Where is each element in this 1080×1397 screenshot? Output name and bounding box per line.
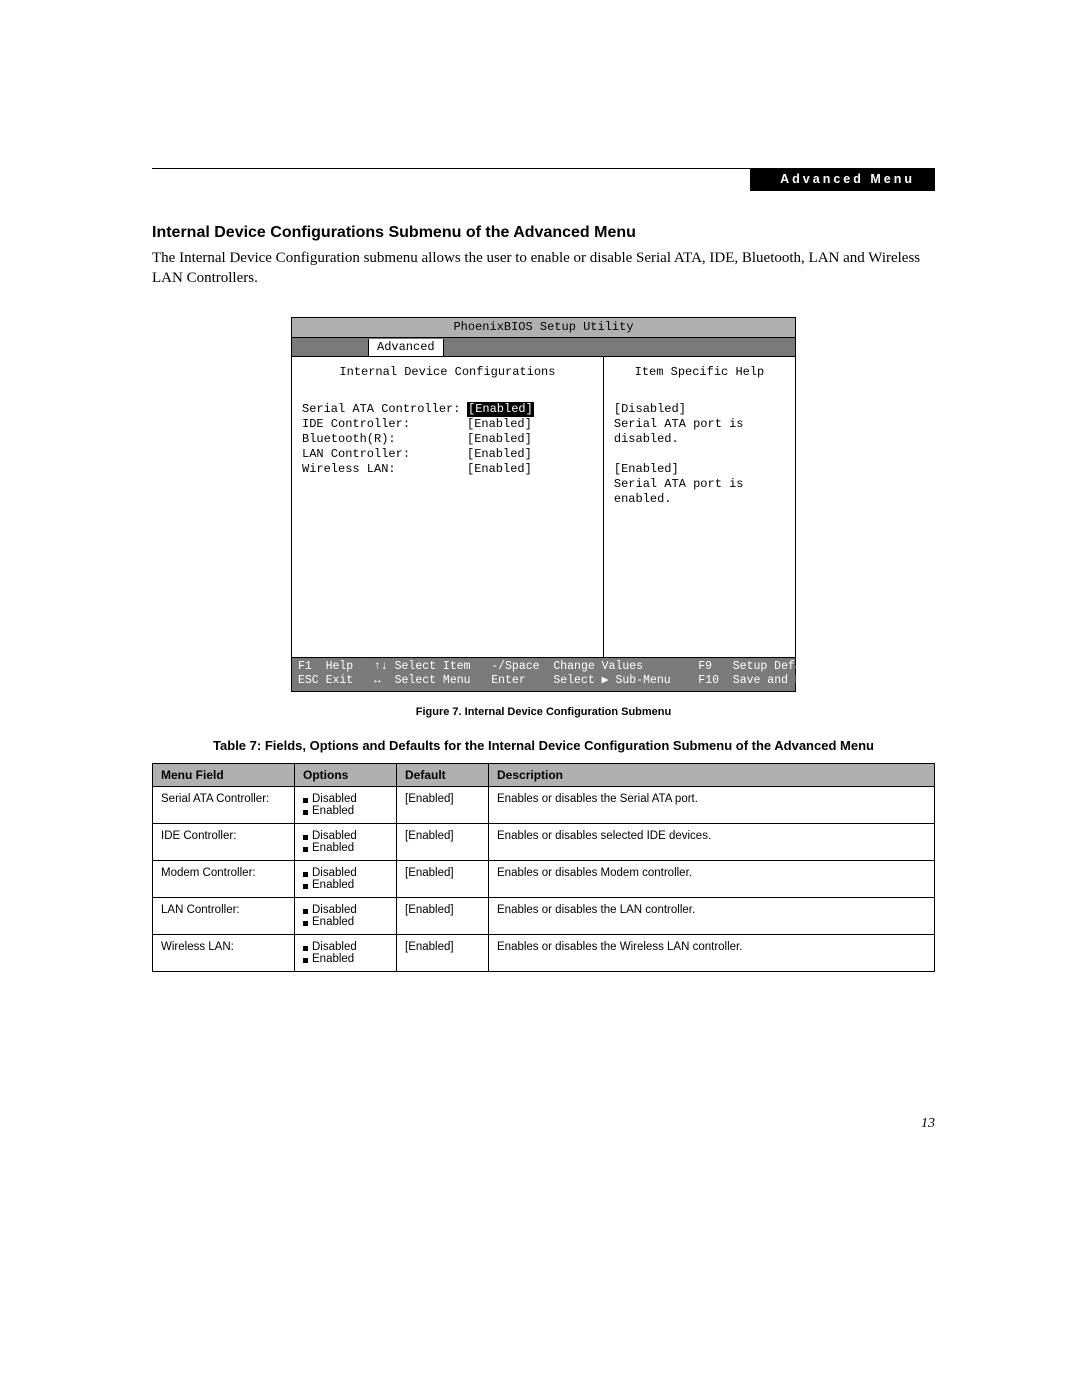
table-cell-field: Modem Controller:	[153, 861, 295, 898]
table-cell-options: DisabledEnabled	[295, 935, 397, 972]
option-item: Enabled	[303, 953, 388, 965]
bios-item-value[interactable]: [Enabled]	[467, 462, 532, 477]
option-item: Enabled	[303, 916, 388, 928]
bullet-icon	[303, 884, 308, 889]
option-item: Disabled	[303, 941, 388, 953]
bullet-icon	[303, 921, 308, 926]
table-cell-default: [Enabled]	[397, 935, 489, 972]
bullet-icon	[303, 847, 308, 852]
bullet-icon	[303, 909, 308, 914]
figure-caption: Figure 7. Internal Device Configuration …	[152, 706, 935, 718]
bios-footer-line: ESC Exit ↔ Select Menu Enter Select ▶ Su…	[298, 674, 789, 688]
bios-screenshot: PhoenixBIOS Setup Utility Advanced Inter…	[291, 317, 796, 693]
table-header: Menu Field	[153, 764, 295, 787]
table-cell-default: [Enabled]	[397, 787, 489, 824]
bios-item-row[interactable]: IDE Controller: [Enabled]	[302, 417, 593, 432]
section-header-bar: Advanced Menu	[750, 168, 935, 191]
bios-tab-row: Advanced	[292, 338, 795, 357]
table-header: Default	[397, 764, 489, 787]
bios-help-text: [Disabled] Serial ATA port is disabled. …	[614, 402, 785, 507]
option-label: Disabled	[312, 867, 357, 879]
table-cell-options: DisabledEnabled	[295, 861, 397, 898]
table-cell-description: Enables or disables the LAN controller.	[489, 898, 935, 935]
table-cell-field: Wireless LAN:	[153, 935, 295, 972]
table-cell-field: Serial ATA Controller:	[153, 787, 295, 824]
spec-table: Menu Field Options Default Description S…	[152, 763, 935, 972]
bios-body: Internal Device Configurations Serial AT…	[292, 357, 795, 658]
bullet-icon	[303, 810, 308, 815]
option-label: Enabled	[312, 842, 354, 854]
table-row: LAN Controller:DisabledEnabled[Enabled]E…	[153, 898, 935, 935]
option-label: Disabled	[312, 830, 357, 842]
bios-title: PhoenixBIOS Setup Utility	[292, 318, 795, 338]
table-cell-options: DisabledEnabled	[295, 787, 397, 824]
table-header: Description	[489, 764, 935, 787]
bullet-icon	[303, 835, 308, 840]
document-page: Advanced Menu Internal Device Configurat…	[0, 0, 1080, 1397]
bios-item-row[interactable]: Wireless LAN: [Enabled]	[302, 462, 593, 477]
bios-help-title: Item Specific Help	[614, 365, 785, 380]
bios-item-label: Wireless LAN:	[302, 462, 467, 477]
option-item: Disabled	[303, 793, 388, 805]
option-label: Enabled	[312, 879, 354, 891]
option-label: Enabled	[312, 805, 354, 817]
bios-item-value[interactable]: [Enabled]	[467, 447, 532, 462]
table-cell-options: DisabledEnabled	[295, 898, 397, 935]
table-row: Serial ATA Controller:DisabledEnabled[En…	[153, 787, 935, 824]
bullet-icon	[303, 798, 308, 803]
table-cell-default: [Enabled]	[397, 824, 489, 861]
bios-right-pane: Item Specific Help [Disabled] Serial ATA…	[604, 357, 795, 657]
bios-item-row[interactable]: LAN Controller: [Enabled]	[302, 447, 593, 462]
bios-item-label: IDE Controller:	[302, 417, 467, 432]
option-item: Enabled	[303, 805, 388, 817]
table-header-row: Menu Field Options Default Description	[153, 764, 935, 787]
option-label: Disabled	[312, 793, 357, 805]
table-cell-field: IDE Controller:	[153, 824, 295, 861]
table-cell-default: [Enabled]	[397, 861, 489, 898]
bios-left-pane: Internal Device Configurations Serial AT…	[292, 357, 604, 657]
bios-item-row[interactable]: Serial ATA Controller: [Enabled]	[302, 402, 593, 417]
option-item: Enabled	[303, 842, 388, 854]
option-item: Disabled	[303, 867, 388, 879]
bios-item-label: LAN Controller:	[302, 447, 467, 462]
table-cell-default: [Enabled]	[397, 898, 489, 935]
option-item: Disabled	[303, 904, 388, 916]
table-cell-description: Enables or disables Modem controller.	[489, 861, 935, 898]
bios-footer: F1 Help ↑↓ Select Item -/Space Change Va…	[292, 658, 795, 692]
table-row: Wireless LAN:DisabledEnabled[Enabled]Ena…	[153, 935, 935, 972]
bullet-icon	[303, 946, 308, 951]
option-item: Disabled	[303, 830, 388, 842]
page-number: 13	[921, 1116, 935, 1132]
table-cell-description: Enables or disables the Wireless LAN con…	[489, 935, 935, 972]
table-row: Modem Controller:DisabledEnabled[Enabled…	[153, 861, 935, 898]
bios-tab-advanced[interactable]: Advanced	[368, 339, 444, 356]
option-item: Enabled	[303, 879, 388, 891]
bullet-icon	[303, 958, 308, 963]
table-cell-options: DisabledEnabled	[295, 824, 397, 861]
section-intro: The Internal Device Configuration submen…	[152, 248, 935, 289]
bullet-icon	[303, 872, 308, 877]
table-header: Options	[295, 764, 397, 787]
bios-item-label: Bluetooth(R):	[302, 432, 467, 447]
bios-item-value[interactable]: [Enabled]	[467, 432, 532, 447]
table-row: IDE Controller:DisabledEnabled[Enabled]E…	[153, 824, 935, 861]
bios-item-value[interactable]: [Enabled]	[467, 417, 532, 432]
bios-item-row[interactable]: Bluetooth(R): [Enabled]	[302, 432, 593, 447]
section-heading: Internal Device Configurations Submenu o…	[152, 224, 935, 242]
bios-item-value[interactable]: [Enabled]	[467, 402, 534, 417]
option-label: Disabled	[312, 904, 357, 916]
table-cell-field: LAN Controller:	[153, 898, 295, 935]
bios-item-label: Serial ATA Controller:	[302, 402, 467, 417]
option-label: Enabled	[312, 916, 354, 928]
option-label: Disabled	[312, 941, 357, 953]
table-cell-description: Enables or disables selected IDE devices…	[489, 824, 935, 861]
bios-panel-title: Internal Device Configurations	[302, 365, 593, 380]
table-caption: Table 7: Fields, Options and Defaults fo…	[152, 738, 935, 753]
table-cell-description: Enables or disables the Serial ATA port.	[489, 787, 935, 824]
option-label: Enabled	[312, 953, 354, 965]
bios-footer-line: F1 Help ↑↓ Select Item -/Space Change Va…	[298, 660, 789, 674]
